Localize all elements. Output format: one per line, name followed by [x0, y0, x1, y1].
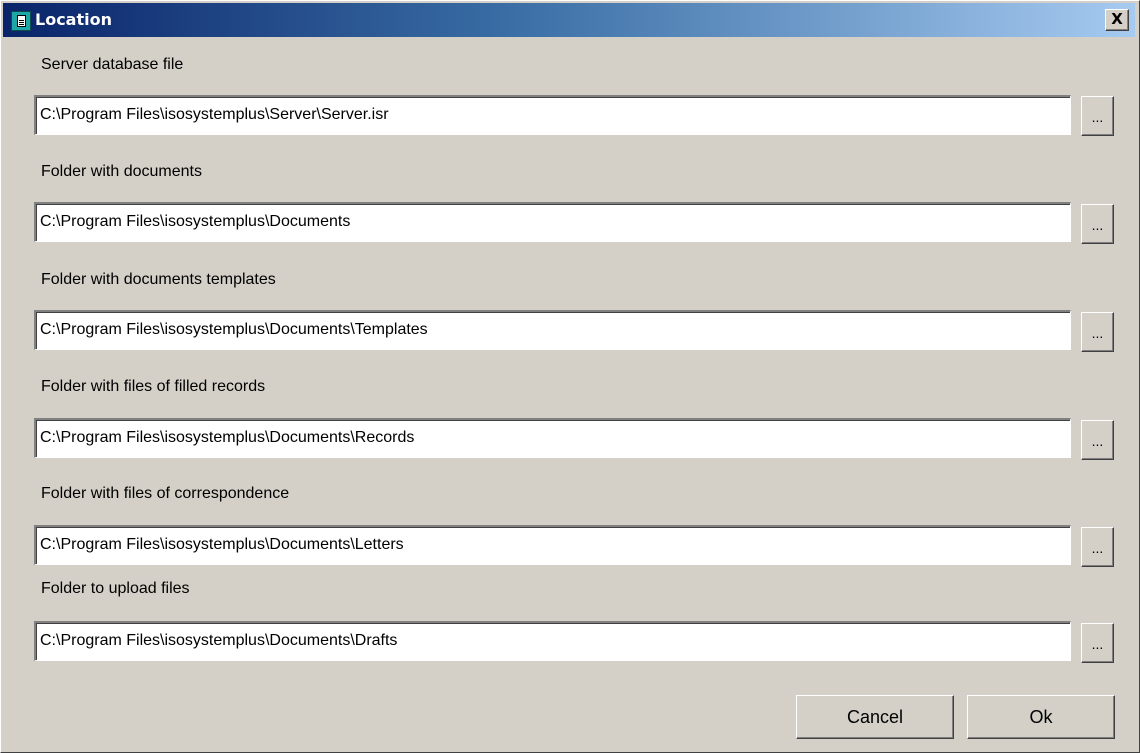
browse-correspondence-folder-button[interactable]: ... [1081, 527, 1114, 567]
templates-folder-label: Folder with documents templates [41, 271, 276, 288]
browse-templates-folder-button[interactable]: ... [1081, 312, 1114, 352]
templates-folder-input[interactable]: C:\Program Files\isosystemplus\Documents… [34, 310, 1071, 350]
browse-server-database-button[interactable]: ... [1081, 96, 1114, 136]
cancel-button[interactable]: Cancel [796, 695, 954, 739]
close-button[interactable]: X [1105, 9, 1129, 31]
documents-folder-label: Folder with documents [41, 163, 202, 180]
location-dialog: Location X Server database file C:\Progr… [0, 0, 1140, 753]
app-document-icon [11, 11, 31, 31]
upload-folder-input[interactable]: C:\Program Files\isosystemplus\Documents… [34, 621, 1071, 661]
browse-upload-folder-button[interactable]: ... [1081, 623, 1114, 663]
server-database-file-label: Server database file [41, 56, 184, 73]
documents-folder-input[interactable]: C:\Program Files\isosystemplus\Documents [34, 202, 1071, 242]
close-icon: X [1111, 10, 1123, 28]
correspondence-folder-label: Folder with files of correspondence [41, 485, 290, 502]
title-bar[interactable]: Location X [3, 3, 1135, 37]
correspondence-folder-input[interactable]: C:\Program Files\isosystemplus\Documents… [34, 525, 1071, 565]
ok-button[interactable]: Ok [967, 695, 1115, 739]
upload-folder-label: Folder to upload files [41, 580, 190, 597]
records-folder-label: Folder with files of filled records [41, 378, 266, 395]
window-title: Location [35, 10, 112, 29]
records-folder-input[interactable]: C:\Program Files\isosystemplus\Documents… [34, 418, 1071, 458]
server-database-file-input[interactable]: C:\Program Files\isosystemplus\Server\Se… [34, 95, 1071, 135]
browse-documents-folder-button[interactable]: ... [1081, 204, 1114, 244]
browse-records-folder-button[interactable]: ... [1081, 420, 1114, 460]
